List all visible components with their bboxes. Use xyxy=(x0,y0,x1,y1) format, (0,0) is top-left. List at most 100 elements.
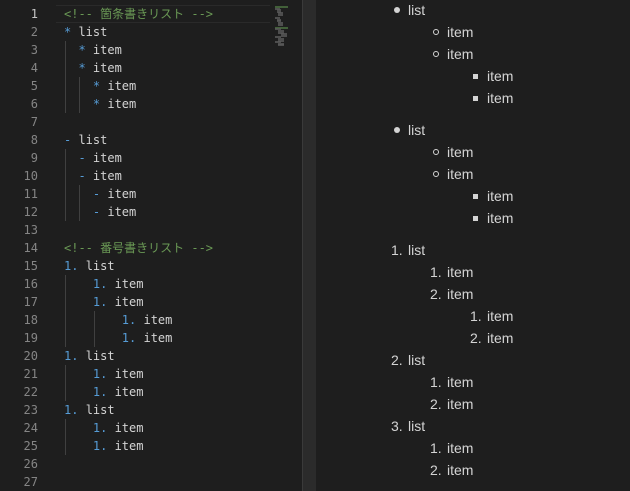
markdown-editor[interactable]: 1 <!-- 箇条書きリスト --> 2 * list 3 * item 4 * item… xyxy=(0,0,302,491)
list-marker-token: * xyxy=(64,61,93,75)
preview-list-item: item xyxy=(316,22,630,42)
disc-bullet-icon xyxy=(394,7,400,13)
code-line[interactable]: 15 1. list xyxy=(0,257,302,275)
text-token: item xyxy=(92,43,122,57)
text-token: list xyxy=(85,349,115,363)
code-text: 1. item xyxy=(64,311,173,329)
line-number: 20 xyxy=(23,349,38,363)
list-number: 1. xyxy=(430,440,442,456)
code-line[interactable]: 22 1. item xyxy=(0,383,302,401)
code-line[interactable]: 14 <!-- 番号書きリスト --> xyxy=(0,239,302,257)
code-line[interactable]: 21 1. item xyxy=(0,365,302,383)
list-marker-token: * xyxy=(64,25,79,39)
preview-list-item: 1. item xyxy=(316,438,630,458)
list-marker-token: * xyxy=(64,43,93,57)
code-line[interactable]: 6 * item xyxy=(0,95,302,113)
line-number: 27 xyxy=(23,475,38,489)
list-item-text: item xyxy=(487,188,514,204)
list-item-text: item xyxy=(447,264,474,280)
preview-list-item: item xyxy=(316,142,630,162)
list-item-text: list xyxy=(408,2,426,18)
indent-guide xyxy=(65,365,66,401)
text-token: list xyxy=(85,403,115,417)
minimap[interactable] xyxy=(272,0,302,491)
list-marker-token: 1. xyxy=(64,277,115,291)
line-number: 18 xyxy=(23,313,38,327)
list-marker-token: 1. xyxy=(64,403,86,417)
line-number: 7 xyxy=(30,115,38,129)
line-number: 4 xyxy=(30,61,38,75)
text-token: item xyxy=(114,295,144,309)
text-token: item xyxy=(107,205,137,219)
text-token: item xyxy=(114,421,144,435)
code-line[interactable]: 9 - item xyxy=(0,149,302,167)
line-number: 5 xyxy=(30,79,38,93)
code-line[interactable]: 4 * item xyxy=(0,59,302,77)
line-number: 24 xyxy=(23,421,38,435)
list-item-text: item xyxy=(487,210,514,226)
code-line[interactable]: 1 <!-- 箇条書きリスト --> xyxy=(0,5,302,23)
square-bullet-icon xyxy=(473,95,478,101)
text-token: item xyxy=(107,97,137,111)
code-line[interactable]: 7 xyxy=(0,113,302,131)
code-text: 1. list xyxy=(64,257,115,275)
list-marker-token: - xyxy=(64,133,79,147)
line-number: 11 xyxy=(23,187,38,201)
list-number: 1. xyxy=(430,264,442,280)
text-token: item xyxy=(92,169,122,183)
minimap-line xyxy=(281,34,287,37)
list-item-text: item xyxy=(447,286,474,302)
list-item-text: list xyxy=(408,418,426,434)
code-line[interactable]: 5 * item xyxy=(0,77,302,95)
text-token: item xyxy=(143,313,173,327)
code-line[interactable]: 12 - item xyxy=(0,203,302,221)
editor-scrollbar[interactable] xyxy=(302,0,316,491)
code-line[interactable]: 10 - item xyxy=(0,167,302,185)
preview-list-item: 2. item xyxy=(316,328,630,348)
code-line[interactable]: 11 - item xyxy=(0,185,302,203)
code-line[interactable]: 24 1. item xyxy=(0,419,302,437)
code-line[interactable]: 3 * item xyxy=(0,41,302,59)
code-text: 1. item xyxy=(64,437,144,455)
line-number: 23 xyxy=(23,403,38,417)
code-text: * item xyxy=(64,95,136,113)
indent-guide xyxy=(65,419,66,455)
list-marker-token: - xyxy=(64,205,108,219)
code-line[interactable]: 25 1. item xyxy=(0,437,302,455)
code-line[interactable]: 23 1. list xyxy=(0,401,302,419)
list-marker-token: 1. xyxy=(64,385,115,399)
list-number: 3. xyxy=(391,418,403,434)
code-line[interactable]: 16 1. item xyxy=(0,275,302,293)
code-text: 1. list xyxy=(64,347,115,365)
list-marker-token: - xyxy=(64,169,93,183)
preview-list-item: item xyxy=(316,88,630,108)
text-token: item xyxy=(143,331,173,345)
text-token: item xyxy=(114,385,144,399)
list-item-text: item xyxy=(487,90,514,106)
code-line[interactable]: 27 xyxy=(0,473,302,491)
indent-guide xyxy=(93,311,95,347)
code-line[interactable]: 17 1. item xyxy=(0,293,302,311)
line-number: 3 xyxy=(30,43,38,57)
code-line[interactable]: 2 * list xyxy=(0,23,302,41)
indent-guide xyxy=(65,275,66,347)
list-item-text: item xyxy=(447,24,474,40)
code-line[interactable]: 18 1. item xyxy=(0,311,302,329)
preview-list-item: item xyxy=(316,164,630,184)
code-text: 1. item xyxy=(64,329,173,347)
code-text: * item xyxy=(64,77,136,95)
list-marker-token: * xyxy=(64,97,108,111)
code-line[interactable]: 20 1. list xyxy=(0,347,302,365)
code-line[interactable]: 26 xyxy=(0,455,302,473)
code-line[interactable]: 19 1. item xyxy=(0,329,302,347)
text-token: item xyxy=(107,187,137,201)
code-line[interactable]: 13 xyxy=(0,221,302,239)
list-marker-token: - xyxy=(64,151,93,165)
comment-token: <!-- 番号書きリスト --> xyxy=(64,241,214,255)
code-line[interactable]: 8 - list xyxy=(0,131,302,149)
list-marker-token: 1. xyxy=(64,331,144,345)
line-number: 26 xyxy=(23,457,38,471)
code-text: - item xyxy=(64,149,121,167)
line-number: 16 xyxy=(23,277,38,291)
indent-guide xyxy=(79,77,81,113)
